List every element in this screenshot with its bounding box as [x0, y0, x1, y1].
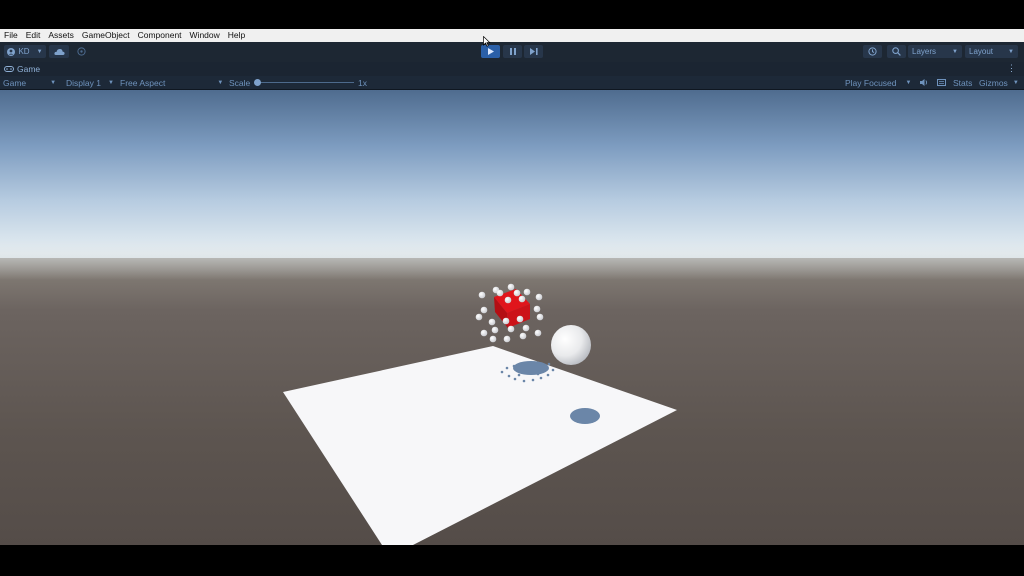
pause-button[interactable] [503, 45, 522, 58]
top-letterbox [0, 0, 1024, 29]
layers-label: Layers [912, 47, 937, 56]
menu-assets[interactable]: Assets [44, 29, 78, 42]
chevron-down-icon: ▼ [952, 48, 958, 55]
cloud-button[interactable] [49, 45, 69, 58]
layout-label: Layout [969, 47, 994, 56]
stats-button[interactable]: Stats [953, 76, 972, 89]
panel-tab-bar: Game ⋮ [0, 62, 1024, 76]
gizmos-label: Gizmos [979, 77, 1008, 88]
white-sphere [551, 325, 591, 365]
menu-bar: File Edit Assets GameObject Component Wi… [0, 29, 1024, 42]
account-label: KD [18, 47, 30, 56]
stats-toggle-icon-button[interactable] [937, 76, 946, 89]
main-toolbar: KD ▼ Layers ▼ Layout ▼ [0, 42, 1024, 63]
chevron-down-icon: ▼ [107, 79, 114, 86]
aspect-select-label: Free Aspect [120, 77, 166, 88]
tab-game[interactable]: Game [4, 63, 40, 75]
cloud-icon [53, 49, 65, 55]
chevron-down-icon: ▼ [1012, 79, 1019, 86]
play-mode-select[interactable]: Play Focused ▼ [845, 76, 911, 89]
collab-icon [76, 47, 86, 56]
account-icon [7, 47, 16, 56]
scale-value: 1x [358, 77, 367, 88]
display-select-label: Display 1 [66, 77, 101, 88]
aspect-select[interactable]: Free Aspect ▼ [120, 76, 223, 89]
chevron-down-icon: ▼ [36, 48, 43, 55]
layout-dropdown[interactable]: Layout ▼ [965, 45, 1018, 58]
play-mode-label: Play Focused [845, 77, 897, 88]
step-button[interactable] [524, 45, 543, 58]
stats-icon [937, 79, 946, 86]
mouse-cursor-icon [483, 36, 491, 47]
cube-shadow [513, 361, 549, 375]
menu-gameobject[interactable]: GameObject [78, 29, 134, 42]
view-select[interactable]: Game ▼ [3, 76, 56, 89]
chevron-down-icon: ▼ [905, 79, 912, 86]
undo-history-button[interactable] [863, 45, 882, 58]
menu-component[interactable]: Component [134, 29, 186, 42]
view-select-label: Game [3, 77, 27, 88]
collab-button[interactable] [72, 45, 90, 58]
layers-dropdown[interactable]: Layers ▼ [908, 45, 962, 58]
gizmos-button[interactable]: Gizmos ▼ [979, 76, 1019, 89]
menu-help[interactable]: Help [224, 29, 249, 42]
game-view-bar: Game ▼ Display 1 ▼ Free Aspect ▼ Scale 1… [0, 76, 1024, 90]
game-viewport[interactable] [0, 90, 1024, 545]
scene-render [283, 283, 677, 545]
gamepad-icon [4, 66, 14, 72]
chevron-down-icon: ▼ [217, 79, 224, 86]
speaker-icon [920, 79, 928, 86]
menu-window[interactable]: Window [186, 29, 224, 42]
step-icon [529, 48, 538, 55]
chevron-down-icon: ▼ [1008, 48, 1014, 55]
chevron-down-icon: ▼ [50, 79, 57, 86]
search-button[interactable] [887, 45, 906, 58]
play-icon [487, 48, 494, 55]
account-dropdown[interactable]: KD ▼ [4, 45, 46, 58]
search-icon [892, 47, 901, 56]
mute-audio-button[interactable] [920, 76, 928, 89]
sphere-shadow [570, 408, 600, 424]
display-select[interactable]: Display 1 ▼ [66, 76, 114, 89]
bottom-letterbox [0, 545, 1024, 576]
kebab-menu-icon[interactable]: ⋮ [1007, 63, 1016, 74]
scale-slider-handle[interactable] [254, 79, 261, 86]
menu-file[interactable]: File [0, 29, 22, 42]
scale-label: Scale [229, 77, 251, 88]
scale-slider-track[interactable] [258, 82, 354, 83]
tab-game-label: Game [17, 64, 41, 74]
ground-plane [283, 346, 677, 545]
history-icon [868, 47, 877, 56]
pause-icon [509, 48, 516, 55]
menu-edit[interactable]: Edit [22, 29, 45, 42]
